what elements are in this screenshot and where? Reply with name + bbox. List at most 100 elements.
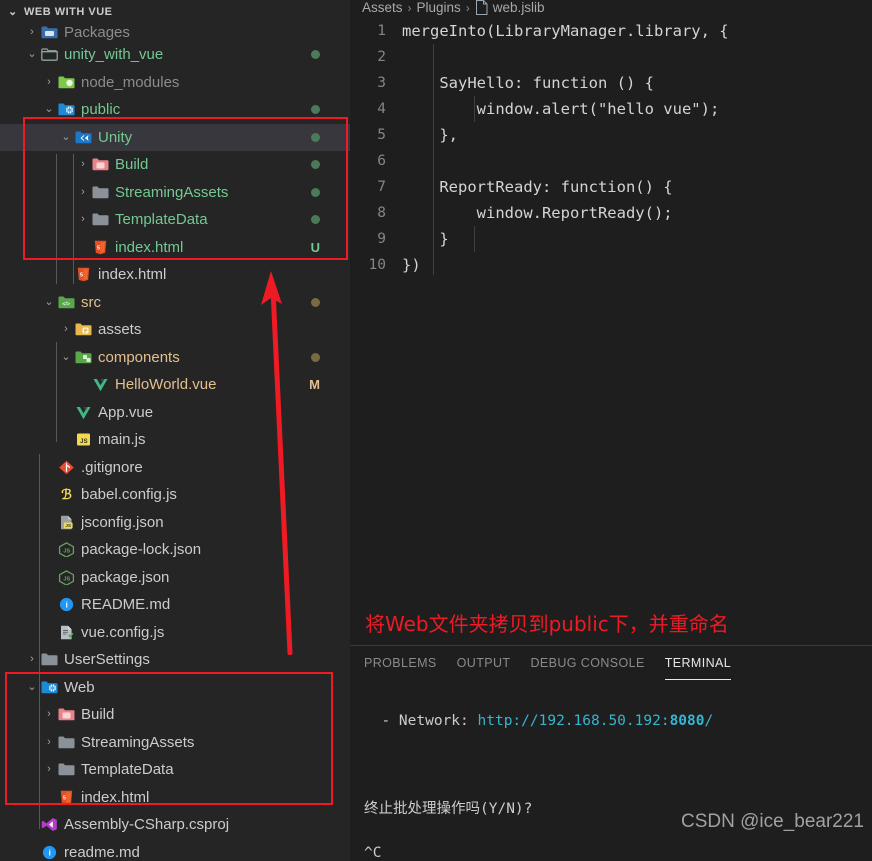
status-dot bbox=[311, 352, 320, 362]
code-line[interactable]: 1 mergeInto(LibraryManager.library, { bbox=[350, 18, 872, 44]
tree-item-build[interactable]: › Build bbox=[0, 151, 350, 179]
chevron-down-icon[interactable]: ⌄ bbox=[59, 131, 73, 143]
code-line[interactable]: 9 } bbox=[350, 226, 872, 252]
workspace-title: WEB WITH VUE bbox=[24, 6, 113, 18]
svg-text:JS: JS bbox=[63, 549, 70, 555]
git-status-dot bbox=[311, 157, 320, 172]
chevron-down-icon[interactable]: ⌄ bbox=[25, 49, 39, 60]
tree-item-gitignore[interactable]: .gitignore bbox=[0, 454, 350, 482]
tree-item-index-html[interactable]: 5 index.html bbox=[0, 784, 350, 812]
terminal-output[interactable]: - Network: http://192.168.50.192:8080/ 终… bbox=[350, 680, 872, 861]
tree-item-unity-with-vue[interactable]: ⌄ unity_with_vue bbox=[0, 41, 350, 69]
tree-item-readme-md[interactable]: i readme.md bbox=[0, 839, 350, 861]
editor-indent-guide bbox=[433, 44, 434, 275]
code-line[interactable]: 6 bbox=[350, 148, 872, 174]
info-file-icon: i bbox=[39, 845, 59, 860]
file-tree[interactable]: › Packages ⌄ unity_with_vue › node_modules ⌄ pu… bbox=[0, 24, 350, 861]
code-line[interactable]: 8 window.ReportReady(); bbox=[350, 200, 872, 226]
tree-item-streamingassets[interactable]: › StreamingAssets bbox=[0, 179, 350, 207]
tree-item-label: StreamingAssets bbox=[81, 733, 195, 751]
tree-item-packages[interactable]: › Packages bbox=[0, 24, 350, 41]
breadcrumb-assets[interactable]: Assets bbox=[362, 0, 403, 15]
tree-item-app-vue[interactable]: App.vue bbox=[0, 399, 350, 427]
chevron-right-icon[interactable]: › bbox=[25, 654, 39, 665]
line-number: 8 bbox=[377, 205, 386, 221]
code-text: mergeInto(LibraryManager.library, { bbox=[402, 22, 729, 40]
chevron-down-icon[interactable]: ⌄ bbox=[59, 351, 73, 363]
tree-item-components[interactable]: ⌄ components bbox=[0, 344, 350, 372]
status-dot bbox=[311, 215, 320, 225]
tree-item-web[interactable]: ⌄ Web bbox=[0, 674, 350, 702]
tree-item-assets[interactable]: › assets bbox=[0, 316, 350, 344]
code-editor[interactable]: 1 mergeInto(LibraryManager.library, { 2 3 S… bbox=[350, 15, 872, 645]
explorer-header[interactable]: ⌄ WEB WITH VUE bbox=[0, 0, 350, 24]
tree-item-streamingassets[interactable]: › StreamingAssets bbox=[0, 729, 350, 757]
chevron-right-icon[interactable]: › bbox=[42, 736, 56, 748]
code-line[interactable]: 7 ReportReady: function() { bbox=[350, 174, 872, 200]
svg-text:i: i bbox=[65, 601, 67, 610]
tree-item-label: README.md bbox=[81, 596, 171, 614]
tree-item-jsconfig-json[interactable]: JS jsconfig.json bbox=[0, 509, 350, 537]
chevron-right-icon[interactable]: › bbox=[42, 76, 56, 88]
tree-item-label: src bbox=[81, 293, 101, 311]
network-url[interactable]: http://192.168.50.192: bbox=[478, 713, 670, 729]
tree-item-assembly-csharp-csproj[interactable]: Assembly-CSharp.csproj bbox=[0, 811, 350, 839]
svg-text:JS: JS bbox=[65, 523, 71, 528]
code-line[interactable]: 10}) bbox=[350, 252, 872, 278]
chevron-right-icon[interactable]: › bbox=[76, 159, 90, 170]
tree-item-package-lock-json[interactable]: JS package-lock.json bbox=[0, 536, 350, 564]
line-number: 7 bbox=[377, 179, 386, 195]
folder-icon bbox=[90, 185, 110, 200]
tree-item-helloworld-vue[interactable]: HelloWorld.vue M bbox=[0, 371, 350, 399]
tree-item-readme-md[interactable]: i README.md bbox=[0, 591, 350, 619]
panel-tab-bar[interactable]: PROBLEMS OUTPUT DEBUG CONSOLE TERMINAL bbox=[350, 646, 872, 680]
nodejs-file-icon: JS bbox=[56, 542, 76, 558]
babel-file-icon: ℬ bbox=[56, 487, 76, 502]
tree-item-label: package-lock.json bbox=[81, 541, 202, 559]
tree-item-index-html[interactable]: 5 index.html U bbox=[0, 234, 350, 262]
chevron-right-icon[interactable]: › bbox=[59, 324, 73, 335]
tree-item-babel-config-js[interactable]: ℬbabel.config.js bbox=[0, 481, 350, 509]
tree-item-label: HelloWorld.vue bbox=[115, 376, 217, 394]
tree-item-label: .gitignore bbox=[81, 458, 143, 476]
tree-item-unity[interactable]: ⌄ Unity bbox=[0, 123, 350, 151]
chevron-right-icon[interactable]: › bbox=[76, 186, 90, 198]
tree-item-label: Packages bbox=[64, 24, 130, 41]
tree-item-node-modules[interactable]: › node_modules bbox=[0, 69, 350, 97]
tab-debug-console[interactable]: DEBUG CONSOLE bbox=[530, 646, 644, 680]
chevron-down-icon[interactable]: ⌄ bbox=[8, 0, 20, 24]
tab-problems[interactable]: PROBLEMS bbox=[364, 646, 437, 680]
tree-item-src[interactable]: ⌄ </> src bbox=[0, 289, 350, 317]
tree-item-usersettings[interactable]: › UserSettings bbox=[0, 646, 350, 674]
breadcrumb[interactable]: Assets › Plugins › web.jslib bbox=[350, 0, 872, 15]
chevron-right-icon[interactable]: › bbox=[25, 27, 39, 38]
chevron-down-icon[interactable]: ⌄ bbox=[42, 296, 56, 308]
folder-open-icon bbox=[39, 47, 59, 62]
breadcrumb-filename[interactable]: web.jslib bbox=[493, 0, 545, 15]
tree-item-vue-config-js[interactable]: vue.config.js bbox=[0, 619, 350, 647]
html5-file-icon: 5 bbox=[73, 267, 93, 282]
code-line[interactable]: 5 }, bbox=[350, 122, 872, 148]
tree-item-templatedata[interactable]: › TemplateData bbox=[0, 756, 350, 784]
code-line[interactable]: 3 SayHello: function () { bbox=[350, 70, 872, 96]
tree-item-main-js[interactable]: JS main.js bbox=[0, 426, 350, 454]
code-line[interactable]: 2 bbox=[350, 44, 872, 70]
tree-item-index-html[interactable]: 5 index.html bbox=[0, 261, 350, 289]
line-number: 1 bbox=[377, 23, 386, 39]
code-line[interactable]: 4 window.alert("hello vue"); bbox=[350, 96, 872, 122]
git-status-badge: M bbox=[309, 377, 320, 393]
tree-item-templatedata[interactable]: › TemplateData bbox=[0, 206, 350, 234]
chevron-right-icon[interactable]: › bbox=[42, 764, 56, 775]
tree-item-build[interactable]: › Build bbox=[0, 701, 350, 729]
tab-output[interactable]: OUTPUT bbox=[457, 646, 511, 680]
tree-item-package-json[interactable]: JS package.json bbox=[0, 564, 350, 592]
chevron-right-icon[interactable]: › bbox=[76, 214, 90, 225]
git-status-dot bbox=[311, 185, 320, 200]
folder-icon bbox=[56, 762, 76, 777]
tab-terminal[interactable]: TERMINAL bbox=[664, 646, 732, 680]
breadcrumb-plugins[interactable]: Plugins bbox=[417, 0, 461, 15]
chevron-down-icon[interactable]: ⌄ bbox=[25, 681, 39, 693]
chevron-right-icon[interactable]: › bbox=[42, 709, 56, 720]
chevron-down-icon[interactable]: ⌄ bbox=[42, 104, 56, 115]
tree-item-public[interactable]: ⌄ public bbox=[0, 96, 350, 124]
